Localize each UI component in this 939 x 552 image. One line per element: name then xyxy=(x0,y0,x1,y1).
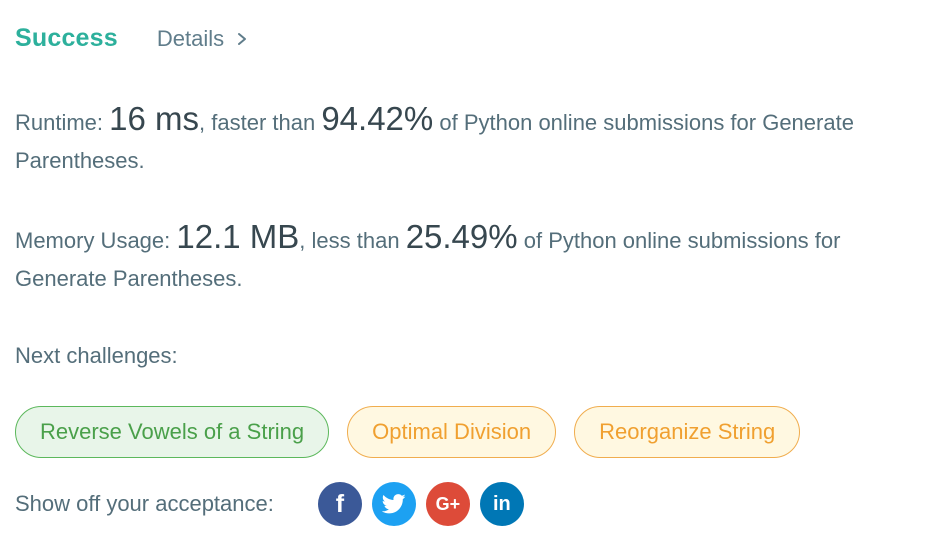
runtime-label: Runtime: xyxy=(15,110,110,135)
runtime-value: 16 ms xyxy=(109,100,200,137)
share-row: Show off your acceptance: f G+ in xyxy=(15,482,524,526)
memory-percent: 25.49% xyxy=(405,218,518,255)
runtime-mid: , faster than xyxy=(199,110,322,135)
share-label: Show off your acceptance: xyxy=(15,491,274,516)
memory-label: Memory Usage: xyxy=(15,228,177,253)
status-label: Success xyxy=(15,24,118,52)
challenge-optimal-division[interactable]: Optimal Division xyxy=(347,406,557,458)
next-challenges-label: Next challenges: xyxy=(15,343,178,368)
facebook-icon[interactable]: f xyxy=(317,482,362,526)
challenge-reorganize-string[interactable]: Reorganize String xyxy=(574,406,801,458)
twitter-bird-icon xyxy=(381,494,406,514)
next-challenges-list: Reverse Vowels of a String Optimal Divis… xyxy=(15,406,801,458)
runtime-stat: Runtime: 16 ms, faster than 94.42% of Py… xyxy=(15,100,930,180)
linkedin-icon[interactable]: in xyxy=(479,482,524,526)
result-header: Success Details xyxy=(15,24,250,53)
details-label: Details xyxy=(156,25,225,51)
share-icons: f G+ in xyxy=(317,482,524,526)
memory-mid: , less than xyxy=(299,228,406,253)
linkedin-glyph: in xyxy=(492,493,511,515)
facebook-glyph: f xyxy=(335,489,345,518)
google-plus-icon[interactable]: G+ xyxy=(425,482,470,526)
challenge-reverse-vowels[interactable]: Reverse Vowels of a String xyxy=(15,406,330,458)
chevron-right-icon xyxy=(238,32,247,45)
twitter-icon[interactable] xyxy=(371,482,416,526)
runtime-percent: 94.42% xyxy=(321,100,434,137)
google-plus-glyph: G+ xyxy=(435,494,461,514)
details-link[interactable]: Details xyxy=(157,26,250,52)
memory-value: 12.1 MB xyxy=(176,218,300,255)
memory-stat: Memory Usage: 12.1 MB, less than 25.49% … xyxy=(15,218,930,298)
